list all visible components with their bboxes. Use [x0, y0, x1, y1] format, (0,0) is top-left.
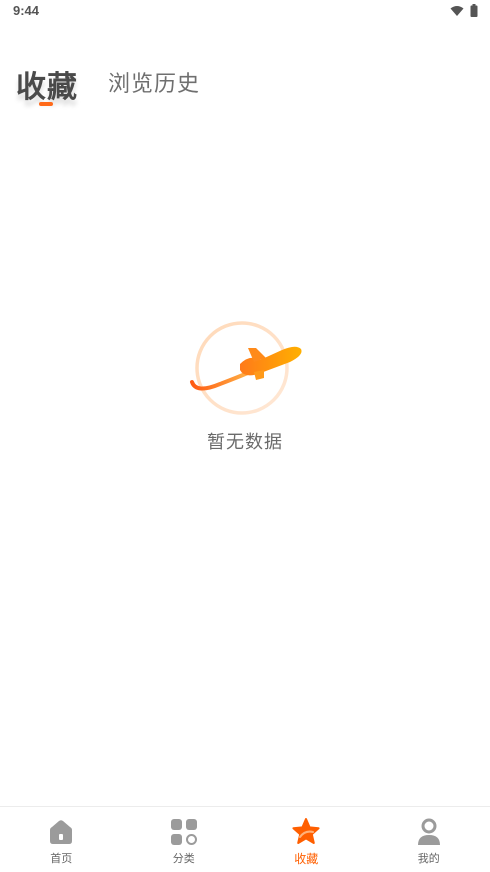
nav-label-profile: 我的 [417, 852, 440, 865]
nav-label-favorites: 收藏 [294, 852, 319, 866]
empty-state: 暂无数据 [0, 318, 490, 454]
nav-item-profile[interactable]: 我的 [368, 807, 490, 872]
nav-label-category: 分类 [172, 852, 195, 865]
battery-icon [470, 4, 478, 17]
status-time: 9:44 [13, 3, 40, 18]
status-icons [450, 4, 478, 17]
tab-bar: 收藏 收藏 浏览历史 [0, 58, 490, 118]
user-icon [414, 817, 444, 847]
empty-plane-icon [190, 321, 302, 415]
home-icon [46, 817, 76, 847]
tab-browse-history[interactable]: 浏览历史 [108, 66, 200, 98]
category-icon [169, 817, 199, 847]
status-bar: 9:44 [0, 0, 490, 24]
empty-state-text: 暂无数据 [207, 432, 283, 453]
nav-label-home: 首页 [50, 852, 73, 865]
tab-active-indicator [39, 102, 53, 106]
nav-item-home[interactable]: 首页 [0, 807, 123, 872]
star-icon [291, 817, 321, 847]
nav-item-favorites[interactable]: 收藏 [245, 807, 368, 872]
nav-item-category[interactable]: 分类 [123, 807, 246, 872]
bottom-nav: 首页 分类 收藏 我的 [0, 806, 490, 872]
tab-favorites[interactable]: 收藏 [16, 62, 78, 106]
wifi-icon [450, 5, 464, 16]
